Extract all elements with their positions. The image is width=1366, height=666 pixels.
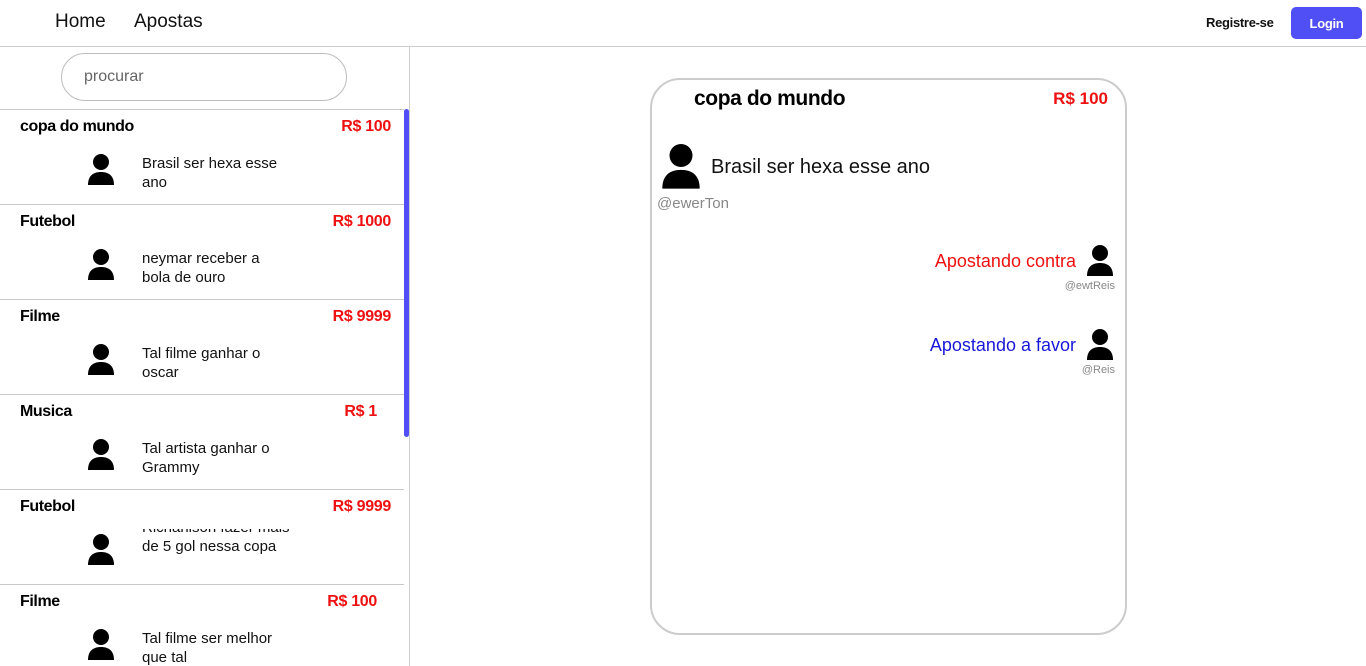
search-input[interactable] [61, 53, 347, 101]
bet-question: Tal filme ser melhor que tal [142, 630, 273, 666]
list-scrollbar[interactable] [404, 109, 409, 437]
detail-question: Brasil ser hexa esse ano [711, 156, 931, 178]
bet-question: Tal artista ganhar o Grammy [142, 440, 270, 476]
user-icon [87, 344, 115, 376]
user-icon [87, 249, 115, 281]
top-navbar: Home Apostas Registre-se Login [0, 0, 1366, 47]
bet-list-item[interactable]: copa do mundo R$ 100 Brasil ser hexa ess… [0, 109, 404, 204]
bet-amount: R$ 1000 [332, 213, 392, 230]
bets-list: copa do mundo R$ 100 Brasil ser hexa ess… [0, 109, 404, 666]
bet-list-item[interactable]: Futebol R$ 9999 Richarlison fazer mais d… [0, 489, 404, 584]
bet-category: Filme [20, 593, 60, 610]
vote-against-label: Apostando contra [934, 251, 1076, 271]
user-icon [660, 144, 702, 190]
bet-question: Richarlison fazer mais de 5 gol nessa co… [142, 529, 292, 567]
vote-favor-label: Apostando a favor [929, 335, 1076, 355]
user-icon [87, 534, 115, 566]
user-icon [87, 154, 115, 186]
nav-apostas-link[interactable]: Apostas [134, 11, 203, 33]
bet-list-item[interactable]: Musica R$ 1 Tal artista ganhar o Grammy [0, 394, 404, 489]
nav-home-link[interactable]: Home [55, 11, 106, 33]
bet-amount: R$ 100 [341, 118, 391, 135]
user-icon [87, 629, 115, 661]
vote-against-user: @ewtReis [1064, 280, 1115, 292]
bet-list-item[interactable]: Filme R$ 100 Tal filme ser melhor que ta… [0, 584, 404, 666]
bet-category: Futebol [20, 498, 75, 515]
register-link[interactable]: Registre-se [1206, 15, 1274, 30]
vote-favor-user: @Reis [1081, 364, 1115, 376]
bet-category: Futebol [20, 213, 75, 230]
bet-question: Brasil ser hexa esse ano [142, 155, 278, 191]
bet-question-text: Richarlison fazer mais de 5 gol nessa co… [142, 529, 290, 555]
bet-question: neymar receber a bola de ouro [142, 250, 260, 286]
detail-category: copa do mundo [694, 87, 846, 110]
bet-amount: R$ 9999 [332, 498, 392, 515]
bet-category: Filme [20, 308, 60, 325]
detail-amount: R$ 100 [1053, 89, 1108, 108]
bet-list-item[interactable]: Futebol R$ 1000 neymar receber a bola de… [0, 204, 404, 299]
bet-list-item[interactable]: Filme R$ 9999 Tal filme ganhar o oscar [0, 299, 404, 394]
detail-author: @ewerTon [657, 195, 729, 212]
vote-against-row[interactable]: Apostando contra @ewtReis [819, 245, 1119, 295]
bet-category: Musica [20, 403, 72, 420]
bet-amount: R$ 1 [344, 403, 377, 420]
bet-amount: R$ 9999 [332, 308, 392, 325]
bet-detail-card: copa do mundo R$ 100 Brasil ser hexa ess… [650, 78, 1127, 635]
bet-amount: R$ 100 [327, 593, 377, 610]
user-icon [1086, 329, 1114, 361]
vote-favor-row[interactable]: Apostando a favor @Reis [819, 329, 1119, 379]
bet-category: copa do mundo [20, 118, 134, 135]
bets-sidebar: copa do mundo R$ 100 Brasil ser hexa ess… [0, 47, 410, 666]
user-icon [1086, 245, 1114, 277]
login-button[interactable]: Login [1291, 7, 1362, 39]
user-icon [87, 439, 115, 471]
bet-question: Tal filme ganhar o oscar [142, 345, 261, 381]
